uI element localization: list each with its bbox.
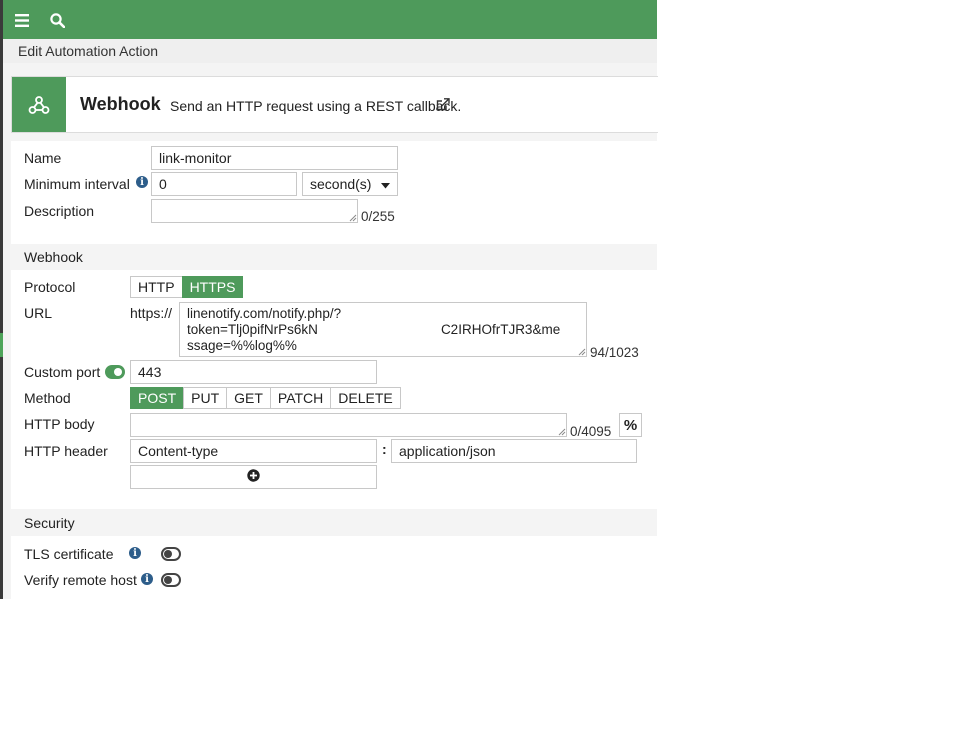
url-input[interactable]: linenotify.com/notify.php/? token=Tlj0pi… [179,302,587,357]
hamburger-menu-icon[interactable] [10,8,34,32]
search-icon[interactable] [45,8,69,32]
description-input[interactable] [151,199,358,223]
webhook-section-header: Webhook [11,244,657,270]
url-line: token=Tlj0pifNrPs6kN C2IRHOfrTJR3&me [187,322,579,338]
insert-variable-button[interactable]: % [619,413,642,437]
webhook-section-title: Webhook [24,249,83,265]
http-header-key-input[interactable]: Content-type [130,439,377,463]
page-header: Edit Automation Action [3,39,657,63]
add-header-button[interactable] [130,465,377,489]
method-label: Method [24,390,71,406]
webhook-icon [12,77,66,132]
http-header-label: HTTP header [24,443,108,459]
security-section-title: Security [24,515,75,531]
method-selector: POST PUT GET PATCH DELETE [130,387,401,409]
external-link-icon[interactable] [436,98,450,114]
verify-remote-host-label: Verify remote host [24,572,137,588]
interval-unit-value: second(s) [310,176,372,192]
resize-grip-icon[interactable] [349,214,357,222]
resize-grip-icon[interactable] [558,428,566,436]
top-bar [3,0,657,39]
verify-remote-host-toggle[interactable] [161,573,181,587]
method-put-option[interactable]: PUT [183,387,228,409]
min-interval-info-icon[interactable]: i [136,176,148,188]
protocol-https-option[interactable]: HTTPS [181,276,244,298]
url-line: linenotify.com/notify.php/? [187,306,342,321]
tls-certificate-label: TLS certificate [24,546,114,562]
description-counter: 0/255 [361,209,395,224]
custom-port-toggle[interactable] [105,365,125,379]
description-label: Description [24,203,95,219]
action-type-description: Send an HTTP request using a REST callba… [170,98,462,114]
http-header-value-input[interactable]: application/json [391,439,637,463]
protocol-selector: HTTP HTTPS [130,276,244,298]
custom-port-label: Custom port [24,364,101,380]
min-interval-input[interactable]: 0 [151,172,297,196]
custom-port-input[interactable]: 443 [130,360,377,384]
chevron-down-icon [381,176,390,192]
header-separator: : [382,441,387,457]
url-token-tail: C2IRHOfrTJR3&me [440,322,561,337]
page-title: Edit Automation Action [18,43,159,59]
url-token-redacted [317,324,441,337]
action-type-card: Webhook Send an HTTP request using a RES… [11,76,658,133]
resize-grip-icon[interactable] [578,348,586,356]
action-type-title: Webhook [80,94,161,114]
method-get-option[interactable]: GET [226,387,271,409]
method-patch-option[interactable]: PATCH [269,387,332,409]
http-body-counter: 0/4095 [570,424,612,439]
http-body-label: HTTP body [24,416,95,432]
protocol-http-option[interactable]: HTTP [130,276,183,298]
name-input[interactable]: link-monitor [151,146,398,170]
interval-unit-select[interactable]: second(s) [302,172,398,196]
url-line: ssage=%%log%% [187,338,297,353]
method-post-option[interactable]: POST [130,387,185,409]
plus-circle-icon [247,469,260,485]
protocol-label: Protocol [24,279,76,295]
verify-remote-host-info-icon[interactable]: i [141,573,153,585]
url-counter: 94/1023 [590,345,639,360]
tls-certificate-toggle[interactable] [161,547,181,561]
url-prefix: https:// [130,305,173,321]
general-section: Name link-monitor Minimum interval i 0 s… [11,141,657,244]
url-label: URL [24,305,53,321]
min-interval-label: Minimum interval [24,176,130,192]
edit-panel: Webhook Send an HTTP request using a RES… [3,63,658,599]
security-section-header: Security [11,510,657,536]
webhook-section: Webhook Protocol HTTP HTTPS URL https://… [11,244,657,509]
security-section: Security TLS certificate i Verify remote… [11,510,657,599]
name-label: Name [24,150,62,166]
tls-certificate-info-icon[interactable]: i [129,547,141,559]
http-body-input[interactable] [130,413,567,437]
method-delete-option[interactable]: DELETE [330,387,401,409]
url-token-visible: token=Tlj0pifNrPs6kN [187,322,318,337]
